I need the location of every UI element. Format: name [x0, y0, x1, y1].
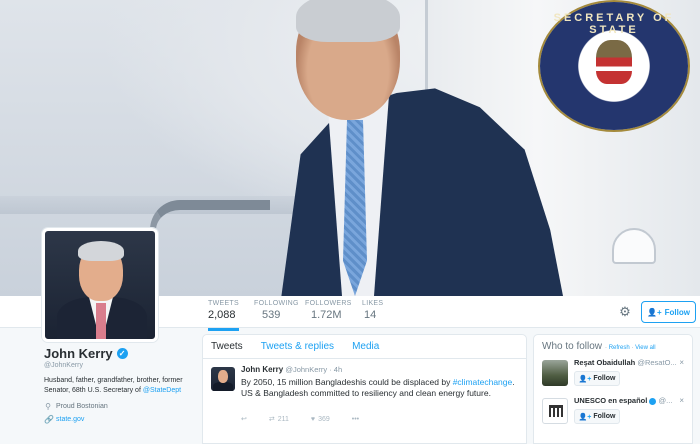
- add-user-icon: 👤+: [578, 375, 592, 383]
- retweet-button[interactable]: ⇄ 211: [268, 415, 289, 424]
- heart-icon: ♥: [310, 415, 316, 423]
- verified-icon: [649, 397, 657, 405]
- eagle-icon: [596, 40, 632, 84]
- like-button[interactable]: ♥ 369: [311, 416, 330, 423]
- tweet-author-name[interactable]: John Kerry: [241, 365, 283, 374]
- profile-handle[interactable]: @JohnKerry: [44, 362, 194, 369]
- retweet-icon: ⇄: [268, 416, 275, 423]
- hashtag-link[interactable]: #climatechange: [453, 377, 513, 387]
- bio-mention-link[interactable]: @StateDept: [143, 387, 181, 394]
- reply-icon[interactable]: ↩: [241, 415, 247, 423]
- avatar-hair: [78, 241, 124, 261]
- tweet-author-handle[interactable]: @JohnKerry: [285, 365, 327, 374]
- profile-bio: Husband, father, grandfather, brother, f…: [44, 377, 183, 394]
- stat-following[interactable]: FOLLOWING 539: [254, 300, 299, 321]
- timeline: Tweets Tweets & replies Media John Kerry…: [202, 334, 527, 444]
- tweet-actions: ↩ ⇄ 211 ♥ 369 •••: [241, 415, 359, 424]
- profile-card: John Kerry ✓ @JohnKerry Husband, father,…: [44, 346, 194, 424]
- follow-button[interactable]: 👤+ Follow: [641, 301, 696, 323]
- gear-icon[interactable]: ⚙: [618, 305, 632, 319]
- profile-website: 🔗 state.gov: [44, 415, 194, 424]
- suggestion-avatar[interactable]: [542, 398, 568, 424]
- add-user-icon: 👤+: [647, 307, 662, 317]
- tweet-avatar[interactable]: [211, 367, 235, 391]
- tweet[interactable]: John Kerry @JohnKerry · 4h By 2050, 15 m…: [203, 359, 526, 421]
- view-all-link[interactable]: View all: [635, 345, 656, 351]
- dismiss-icon[interactable]: ×: [679, 396, 684, 405]
- tweet-text: By 2050, 15 million Bangladeshis could b…: [241, 377, 515, 398]
- website-link[interactable]: state.gov: [56, 416, 84, 423]
- profile-location: ⚲ Proud Bostonian: [45, 402, 108, 411]
- airplane-window: [612, 228, 656, 264]
- add-user-icon: 👤+: [578, 413, 592, 421]
- tab-media[interactable]: Media: [352, 341, 379, 352]
- more-icon[interactable]: •••: [352, 416, 359, 423]
- tweet-time[interactable]: · 4h: [329, 365, 342, 374]
- suggestion-follow-button[interactable]: 👤+ Follow: [574, 371, 620, 386]
- secretary-of-state-seal: SECRETARY OF STATE: [540, 2, 688, 130]
- suggestion-name[interactable]: UNESCO en español @...: [574, 396, 684, 405]
- timeline-tabs: Tweets Tweets & replies Media: [203, 335, 526, 359]
- profile-avatar[interactable]: [42, 228, 158, 342]
- verified-icon: ✓: [116, 348, 128, 359]
- refresh-link[interactable]: Refresh: [609, 345, 630, 351]
- profile-name[interactable]: John Kerry: [44, 346, 113, 361]
- suggestion-avatar[interactable]: [542, 360, 568, 386]
- suggestion-follow-button[interactable]: 👤+ Follow: [574, 409, 620, 424]
- avatar-tie: [96, 303, 106, 339]
- airplane-stairs: [150, 200, 270, 296]
- location-pin-icon: ⚲: [45, 402, 51, 411]
- who-to-follow-title: Who to follow: [542, 341, 603, 352]
- link-icon: 🔗: [44, 415, 54, 424]
- stat-tweets[interactable]: TWEETS 2,088: [208, 300, 239, 331]
- tab-tweets-replies[interactable]: Tweets & replies: [261, 341, 334, 352]
- suggestion-item: UNESCO en español @... × 👤+ Follow: [542, 396, 684, 434]
- man-hair: [296, 0, 400, 42]
- suggestion-item: Reşat Obaidullah @ResatO... × 👤+ Follow: [542, 358, 684, 396]
- dismiss-icon[interactable]: ×: [679, 358, 684, 367]
- who-to-follow: Who to follow · Refresh · View all Reşat…: [533, 334, 693, 444]
- suggestion-name[interactable]: Reşat Obaidullah @ResatO...: [574, 358, 684, 367]
- tab-tweets[interactable]: Tweets: [211, 341, 243, 352]
- tweet-header: John Kerry @JohnKerry · 4h: [241, 365, 518, 374]
- stat-followers[interactable]: FOLLOWERS 1.72M: [305, 300, 352, 321]
- stat-likes[interactable]: LIKES 14: [362, 300, 383, 321]
